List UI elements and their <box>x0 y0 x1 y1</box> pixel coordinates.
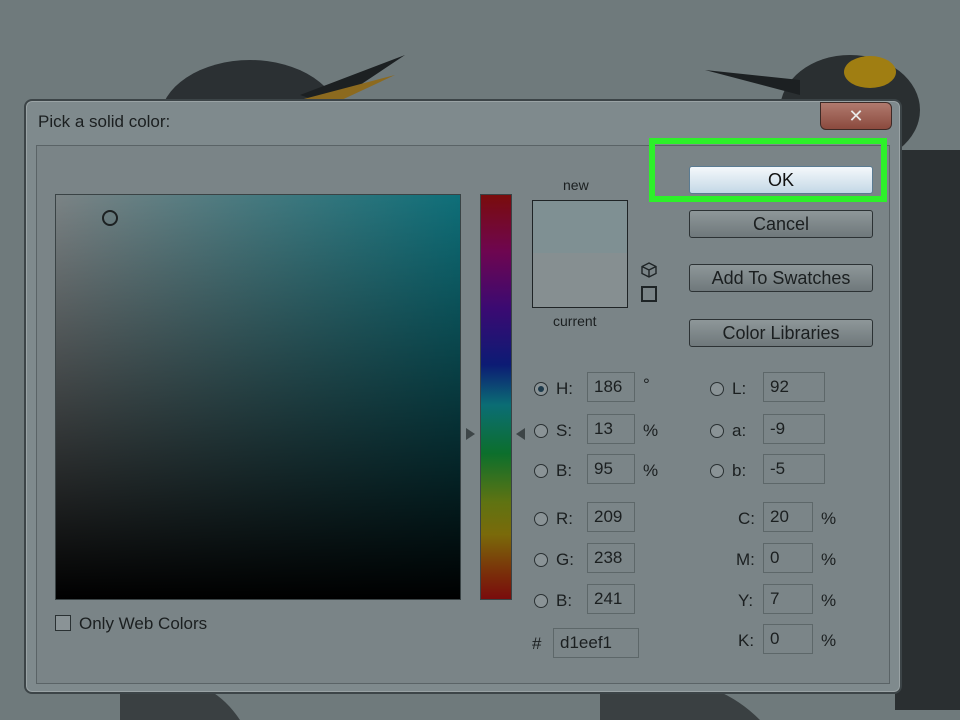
hex-label: # <box>532 634 542 653</box>
cancel-button[interactable]: Cancel <box>689 210 873 238</box>
green-label: G: <box>556 550 574 569</box>
radio-a[interactable] <box>710 424 724 438</box>
black-unit: % <box>821 631 837 650</box>
black-label: K: <box>738 631 755 650</box>
lightness-label: L: <box>732 379 747 398</box>
yellow-label: Y: <box>738 591 754 610</box>
brightness-label: B: <box>556 461 573 480</box>
green-input[interactable]: 238 <box>587 543 635 573</box>
hue-slider-handle-right-icon[interactable] <box>516 428 525 440</box>
b-lab-label: b: <box>732 461 747 480</box>
radio-saturation[interactable] <box>534 424 548 438</box>
close-icon: ✕ <box>848 105 864 126</box>
radio-red[interactable] <box>534 512 548 526</box>
magenta-unit: % <box>821 550 837 569</box>
lightness-input[interactable]: 92 <box>763 372 825 402</box>
saturation-label: S: <box>556 421 573 440</box>
radio-lightness[interactable] <box>710 382 724 396</box>
color-field-marker[interactable] <box>102 210 118 226</box>
close-button[interactable]: ✕ <box>820 102 892 130</box>
radio-b-lab[interactable] <box>710 464 724 478</box>
new-color-swatch <box>533 201 627 253</box>
color-picker-dialog: Pick a solid color: ✕ new current OK Can… <box>24 99 902 694</box>
saturation-input[interactable]: 13 <box>587 414 635 444</box>
magenta-label: M: <box>736 550 755 569</box>
yellow-unit: % <box>821 591 837 610</box>
radio-green[interactable] <box>534 553 548 567</box>
color-preview <box>532 200 628 308</box>
color-libraries-button[interactable]: Color Libraries <box>689 319 873 347</box>
blue-input[interactable]: 241 <box>587 584 635 614</box>
only-web-colors-checkbox[interactable] <box>55 615 71 631</box>
red-label: R: <box>556 509 573 528</box>
cyan-input[interactable]: 20 <box>763 502 813 532</box>
only-web-colors-label[interactable]: Only Web Colors <box>79 614 207 634</box>
hue-input[interactable]: 186 <box>587 372 635 402</box>
hex-input[interactable]: d1eef1 <box>553 628 639 658</box>
ok-button[interactable]: OK <box>689 166 873 194</box>
saturation-unit: % <box>643 421 659 440</box>
new-label: new <box>563 177 589 193</box>
magenta-input[interactable]: 0 <box>763 543 813 573</box>
dialog-title: Pick a solid color: <box>38 112 171 131</box>
cyan-unit: % <box>821 509 837 528</box>
add-to-swatches-button[interactable]: Add To Swatches <box>689 264 873 292</box>
web-safe-square-icon[interactable] <box>641 286 657 302</box>
dialog-body: new current OK Cancel Add To Swatches Co… <box>36 138 890 684</box>
brightness-input[interactable]: 95 <box>587 454 635 484</box>
hue-unit: ° <box>643 375 650 394</box>
yellow-input[interactable]: 7 <box>763 584 813 614</box>
radio-blue[interactable] <box>534 594 548 608</box>
a-input[interactable]: -9 <box>763 414 825 444</box>
a-label: a: <box>732 421 747 440</box>
gamut-cube-icon[interactable] <box>641 262 657 278</box>
cyan-label: C: <box>738 509 755 528</box>
color-field[interactable] <box>55 194 461 600</box>
black-input[interactable]: 0 <box>763 624 813 654</box>
b-lab-input[interactable]: -5 <box>763 454 825 484</box>
hue-slider[interactable] <box>480 194 512 600</box>
radio-brightness[interactable] <box>534 464 548 478</box>
hue-label: H: <box>556 379 573 398</box>
hue-slider-handle-left-icon[interactable] <box>466 428 475 440</box>
brightness-unit: % <box>643 461 659 480</box>
current-color-swatch[interactable] <box>533 253 627 307</box>
blue-label: B: <box>556 591 573 610</box>
current-label: current <box>553 313 597 329</box>
radio-hue[interactable] <box>534 382 548 396</box>
red-input[interactable]: 209 <box>587 502 635 532</box>
